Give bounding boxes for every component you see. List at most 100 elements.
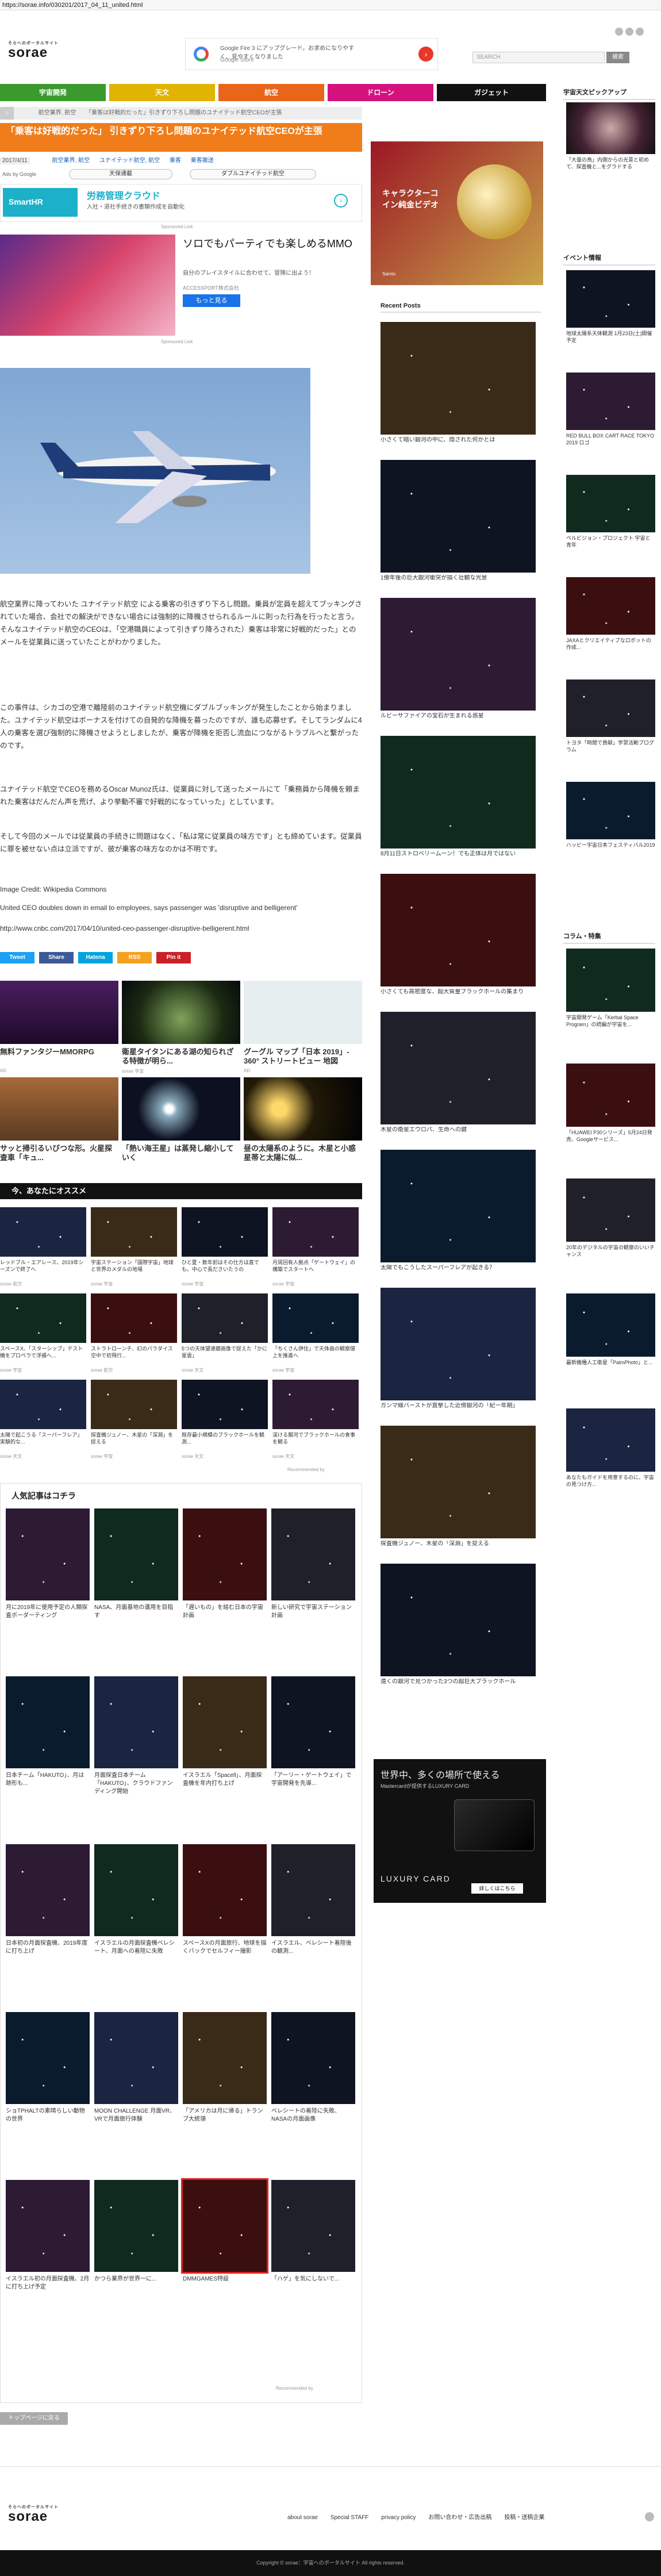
promo-title[interactable]: サッと掃引るいびつな形。火星探査車「キュ... xyxy=(0,1144,118,1164)
event-title[interactable]: トヨタ「時間で貢献」学習活動プログラム xyxy=(566,739,655,774)
recommend-thumb[interactable] xyxy=(272,1207,359,1257)
recent-post-thumb[interactable] xyxy=(381,1564,536,1676)
popular-title[interactable]: かつら業界が世界一に... xyxy=(94,2275,178,2310)
nav-aviation[interactable]: 航空 xyxy=(218,84,324,101)
popular-title[interactable]: ベレシートの着陸に失敗、NASAの月面画像 xyxy=(271,2107,355,2142)
event-thumb[interactable] xyxy=(566,782,655,839)
event-title[interactable]: ベルビジョン・プロジェクト 宇宙と青年 xyxy=(566,535,655,569)
popular-title[interactable]: 「アメリカは月に帰る」トランプ大統領 xyxy=(183,2107,267,2142)
popular-title[interactable]: 日本チーム「HAKUTO」、月は跡形も... xyxy=(6,1772,90,1806)
recommend-title[interactable]: 渓ける銀河でブラックホールの食事を観る xyxy=(272,1431,359,1452)
event-thumb[interactable] xyxy=(566,577,655,635)
recommend-thumb[interactable] xyxy=(272,1380,359,1429)
coin-ad[interactable]: キャラクターコイン純金ビデオ Sanrio xyxy=(371,141,543,285)
event-thumb[interactable] xyxy=(566,270,655,328)
popular-thumb[interactable] xyxy=(271,1676,355,1768)
recommend-title[interactable]: 探査機ジュノー、木星の「深淵」を捉える xyxy=(91,1431,177,1452)
popular-thumb[interactable] xyxy=(181,2178,268,2274)
column-title[interactable]: 最新機種人工衛星「PalmPhoto」と... xyxy=(566,1359,655,1393)
popular-title[interactable]: 日本初の月面探査機、2019年度に打ち上げ xyxy=(6,1940,90,1974)
smarthr-ad[interactable]: SmartHR 労務管理クラウド 入社・退社手続きの書類作成を自動化 › xyxy=(0,184,362,222)
home-icon[interactable]: ⌂ xyxy=(0,107,14,120)
popular-title[interactable]: 「アーリー・ゲートウェイ」で宇宙開発を先導... xyxy=(271,1772,355,1806)
nav-gadget[interactable]: ガジェット xyxy=(437,84,546,101)
event-thumb[interactable] xyxy=(566,373,655,430)
tag-button[interactable]: ダブルユナイテッド航空 xyxy=(190,169,316,179)
recommend-title[interactable]: 月周回有人拠点「ゲートウェイ」の構築でスタートへ xyxy=(272,1259,359,1280)
ads-by-google[interactable]: Ads by Google xyxy=(2,171,36,177)
popular-thumb[interactable] xyxy=(271,2012,355,2104)
recommend-thumb[interactable] xyxy=(91,1380,177,1429)
site-logo[interactable]: そらへのポータルサイト sorae xyxy=(8,40,59,61)
pickup-title[interactable]: 「大量の鳥」内側からの光景と初めて、探査機と...をグラドする xyxy=(566,156,655,177)
share-twitter-button[interactable]: Tweet xyxy=(0,952,34,963)
popular-thumb[interactable] xyxy=(94,1676,178,1768)
recommend-title[interactable]: ストラトローンチ、幻のパラダイス空中で初飛行... xyxy=(91,1345,177,1366)
recent-post-title[interactable]: ガンマ線バーストが直撃した近傍銀河の「紀ー年期」 xyxy=(381,1403,536,1420)
back-to-top-button[interactable]: トップページに戻る xyxy=(0,2412,68,2425)
pagetop-icon[interactable] xyxy=(645,2512,654,2521)
popular-title[interactable]: NASA、月面基地の運用を目指す xyxy=(94,1604,178,1638)
luxury-card-ad[interactable]: 世界中、多くの場所で使える Mastercardが提供するLUXURY CARD… xyxy=(374,1759,546,1903)
recent-post-thumb[interactable] xyxy=(381,460,536,573)
address-bar[interactable]: https://sorae.info/030201/2017_04_11_uni… xyxy=(0,0,661,10)
recent-post-title[interactable]: 小さくても高密度な、超大質量ブラックホールの集まり xyxy=(381,989,536,1006)
promo-thumb[interactable] xyxy=(244,1077,362,1141)
meta-tag[interactable]: 乗客 xyxy=(170,158,181,164)
column-thumb[interactable] xyxy=(566,1178,655,1242)
twitter-icon[interactable] xyxy=(615,28,623,36)
recommend-thumb[interactable] xyxy=(182,1293,268,1343)
event-thumb[interactable] xyxy=(566,475,655,532)
promo-title[interactable]: 衛星タイタンにある湖の知られざる特徴が明ら... xyxy=(122,1047,240,1067)
popular-thumb[interactable] xyxy=(271,1844,355,1936)
popular-thumb[interactable] xyxy=(6,1844,90,1936)
column-thumb[interactable] xyxy=(566,1293,655,1357)
popular-thumb[interactable] xyxy=(271,2180,355,2272)
column-title[interactable]: 「HUAWEI P30シリーズ」5月24日発売、Googleサービス... xyxy=(566,1129,655,1164)
recommend-title[interactable]: スペースX、「スターシップ」テスト機をプロペラで浮揚へ... xyxy=(0,1345,86,1366)
popular-thumb[interactable] xyxy=(271,1508,355,1600)
popular-title[interactable]: 「ハゲ」を気にしないで... xyxy=(271,2275,355,2310)
popular-title[interactable]: 月に2019年に使用予定の人類探査ボーダーティング xyxy=(6,1604,90,1638)
share-pinterest-button[interactable]: Pin it xyxy=(156,952,191,963)
popular-thumb[interactable] xyxy=(94,1508,178,1600)
popular-title[interactable]: イスラエル「Spacell」、月面探査機を年内打ち上げ xyxy=(183,1772,267,1806)
recent-post-thumb[interactable] xyxy=(381,322,536,435)
popular-title[interactable]: 月面探査日本チーム「HAKUTO」、クラウドファンディング開始 xyxy=(94,1772,178,1806)
popular-thumb[interactable] xyxy=(6,2180,90,2272)
promo-title[interactable]: 無料ファンタジーMMORPG xyxy=(0,1047,118,1067)
recent-post-thumb[interactable] xyxy=(381,736,536,849)
popular-thumb[interactable] xyxy=(6,1508,90,1600)
meta-tag[interactable]: 乗客搬送 xyxy=(191,158,214,164)
nav-astronomy[interactable]: 天文 xyxy=(109,84,215,101)
column-thumb[interactable] xyxy=(566,949,655,1012)
recent-post-title[interactable]: 小さくて暗い銀河の中に、隠された何かとは xyxy=(381,437,536,454)
popular-thumb[interactable] xyxy=(183,1508,267,1600)
promo-title[interactable]: グーグル マップ「日本 2019」- 360° ストリートビュー 地図 xyxy=(244,1047,362,1067)
column-thumb[interactable] xyxy=(566,1408,655,1472)
popular-title[interactable]: 新しい研究で宇宙ステーション計画 xyxy=(271,1604,355,1638)
recommend-title[interactable]: 太陽で起こうる「スーパーフレア」実験的な... xyxy=(0,1431,86,1452)
popular-thumb[interactable] xyxy=(94,2180,178,2272)
promo-thumb[interactable] xyxy=(122,981,240,1044)
recommend-thumb[interactable] xyxy=(91,1293,177,1343)
breadcrumb-category[interactable]: 航空業界, 航空 xyxy=(39,110,76,116)
column-title[interactable]: 宇宙開発ゲーム「Kerbal Space Program」の続編が宇宙を... xyxy=(566,1014,655,1049)
footer-link[interactable]: 投稿・送稿企業 xyxy=(504,2514,544,2521)
game-ad-image[interactable] xyxy=(0,235,175,336)
recommend-thumb[interactable] xyxy=(0,1293,86,1343)
footer-link[interactable]: お問い合わせ・広告出稿 xyxy=(428,2514,491,2521)
recommend-thumb[interactable] xyxy=(182,1380,268,1429)
recent-post-title[interactable]: 木星の衛星エウロパ、生命への鍵 xyxy=(381,1127,536,1144)
recommend-title[interactable]: レッドブル・エアレース、2019年シーズンで終了へ xyxy=(0,1259,86,1280)
promo-title[interactable]: 昼の太陽系のように。木星と小惑星帯と太陽に似... xyxy=(244,1144,362,1164)
footer-link[interactable]: privacy policy xyxy=(381,2514,416,2521)
recommend-title[interactable]: 「ちくさん伊住」で天体画の観察値上を推進へ xyxy=(272,1345,359,1366)
popular-thumb[interactable] xyxy=(183,1844,267,1936)
share-rss-button[interactable]: RSS xyxy=(117,952,152,963)
promo-thumb[interactable] xyxy=(0,981,118,1044)
recommend-title[interactable]: 5つの天体望遠鏡画像で捉えた「かに星雲」 xyxy=(182,1345,268,1366)
popular-thumb[interactable] xyxy=(183,1676,267,1768)
search-button[interactable]: 検索 xyxy=(606,52,629,63)
search-input[interactable]: SEARCH xyxy=(472,52,605,63)
